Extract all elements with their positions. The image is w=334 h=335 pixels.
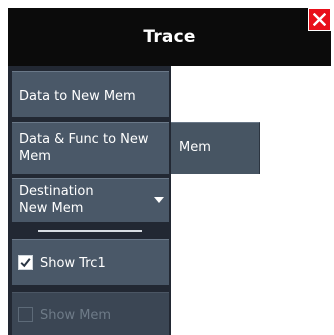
- destination-label: Destination: [19, 184, 94, 199]
- show-trc1-checkbox[interactable]: [18, 255, 33, 270]
- close-button[interactable]: [308, 8, 331, 31]
- destination-dropdown[interactable]: Destination New Mem: [12, 178, 169, 222]
- show-trc1-toggle[interactable]: Show Trc1: [12, 239, 169, 285]
- destination-value: New Mem: [19, 201, 84, 216]
- caret-down-icon: [154, 197, 164, 203]
- checkmark-icon: [20, 258, 31, 268]
- data-to-new-mem-button[interactable]: Data to New Mem: [12, 71, 169, 117]
- show-mem-toggle[interactable]: Show Mem: [12, 292, 169, 335]
- destination-text: Destination New Mem: [19, 183, 94, 217]
- trace-dialog: Trace Data to New Mem Data & Func to New…: [0, 0, 334, 335]
- destination-submenu: Mem: [171, 122, 260, 174]
- submenu-item-mem[interactable]: Mem: [179, 140, 211, 155]
- data-to-new-mem-label: Data to New Mem: [19, 89, 136, 104]
- show-trc1-label: Show Trc1: [40, 256, 106, 271]
- data-func-to-new-mem-button[interactable]: Data & Func to New Mem: [12, 122, 169, 174]
- show-mem-label: Show Mem: [40, 308, 112, 323]
- trace-menu: Data to New Mem Data & Func to New Mem D…: [8, 66, 171, 335]
- divider: [38, 230, 142, 232]
- dialog-title: Trace: [143, 27, 196, 47]
- show-mem-checkbox[interactable]: [18, 307, 33, 322]
- data-func-to-new-mem-label: Data & Func to New Mem: [19, 132, 149, 164]
- close-icon: [313, 13, 326, 26]
- title-bar: Trace: [8, 8, 331, 66]
